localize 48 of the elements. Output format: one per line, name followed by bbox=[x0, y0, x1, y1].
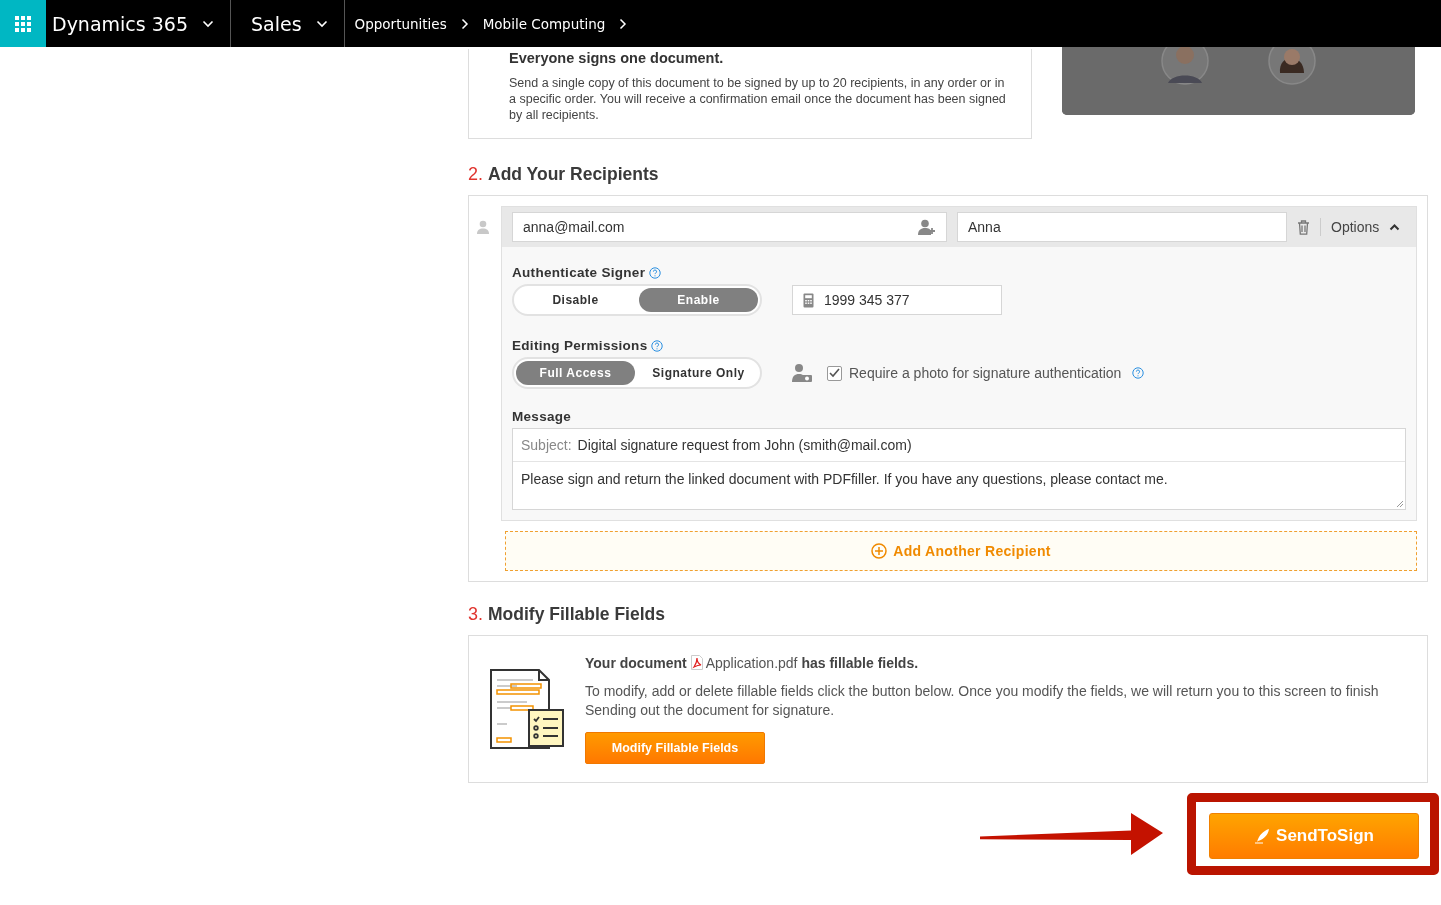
chevron-right-icon bbox=[460, 17, 469, 30]
field-label: Editing Permissions bbox=[512, 338, 648, 353]
quill-icon bbox=[1254, 828, 1271, 844]
option-description: Send a single copy of this document to be signed by up to 20 recipients, in any order or in a specific order. You will receive a confirmation email once the document has been signed by all recipients. bbox=[509, 75, 1007, 123]
field-label: Message bbox=[512, 409, 572, 424]
add-contact-icon[interactable] bbox=[918, 219, 936, 235]
option-title: Everyone signs one document. bbox=[509, 49, 725, 67]
document-summary: Your document Application.pdf has fillable fields. bbox=[585, 654, 920, 673]
checkbox[interactable] bbox=[827, 365, 842, 381]
person-camera-icon bbox=[792, 363, 812, 383]
toggle-option[interactable]: Enable bbox=[639, 288, 758, 312]
phone-field[interactable]: 1999 345 377 bbox=[792, 285, 1002, 315]
phone-icon bbox=[803, 292, 814, 308]
toggle-option[interactable]: Disable bbox=[516, 288, 635, 312]
app-launcher-icon[interactable] bbox=[15, 15, 31, 32]
instructions-text: To modify, add or delete fillable fields click the button below. Once you modify the fields, we will return you to this screen to finish Sending out the document for signature. bbox=[585, 682, 1380, 720]
chevron-down-icon[interactable] bbox=[202, 19, 214, 28]
subject-label: Subject: bbox=[521, 437, 572, 453]
chevron-right-icon bbox=[619, 17, 628, 30]
options-toggle[interactable]: Options bbox=[1320, 218, 1407, 236]
name-field[interactable]: Anna bbox=[957, 212, 1287, 242]
area-name[interactable]: Sales bbox=[237, 12, 302, 35]
pdf-icon bbox=[690, 655, 703, 670]
field-label: Authenticate Signer bbox=[512, 265, 646, 280]
section-title: Modify Fillable Fields bbox=[488, 604, 665, 624]
resize-grip-icon[interactable] bbox=[1396, 500, 1403, 507]
app-name[interactable]: Dynamics 365 bbox=[52, 12, 188, 35]
email-field[interactable]: anna@mail.com bbox=[512, 212, 947, 242]
subject-text[interactable]: Digital signature request from John (smith@mail.com) bbox=[577, 437, 912, 453]
breadcrumb-link[interactable]: Opportunities bbox=[354, 15, 447, 32]
help-icon[interactable] bbox=[651, 339, 664, 352]
toggle-option[interactable]: Full Access bbox=[516, 361, 635, 385]
document-checklist-icon bbox=[489, 668, 565, 750]
message-body[interactable]: Please sign and return the linked document with PDFfiller. If you have any questions, please contact me. bbox=[513, 462, 1405, 496]
message-field[interactable]: Subject: Digital signature request from John (smith@mail.com) Please sign and return the linked document with PDFfiller. If you have any questions, please contact me. bbox=[512, 428, 1406, 510]
step-number: 3. bbox=[468, 604, 483, 624]
person-icon bbox=[477, 220, 489, 234]
toggle-option[interactable]: Signature Only bbox=[639, 361, 758, 385]
breadcrumb-link[interactable]: Mobile Computing bbox=[482, 15, 606, 32]
help-icon[interactable] bbox=[1132, 367, 1145, 379]
plus-circle-icon bbox=[871, 543, 888, 559]
chevron-down-icon[interactable] bbox=[315, 19, 328, 28]
step-number: 2. bbox=[468, 164, 483, 184]
chevron-up-icon bbox=[1389, 223, 1401, 231]
trash-icon[interactable] bbox=[1297, 219, 1310, 235]
help-icon[interactable] bbox=[649, 266, 662, 279]
checkbox-label[interactable]: Require a photo for signature authentication bbox=[849, 365, 1122, 381]
section-title: Add Your Recipients bbox=[488, 164, 659, 184]
